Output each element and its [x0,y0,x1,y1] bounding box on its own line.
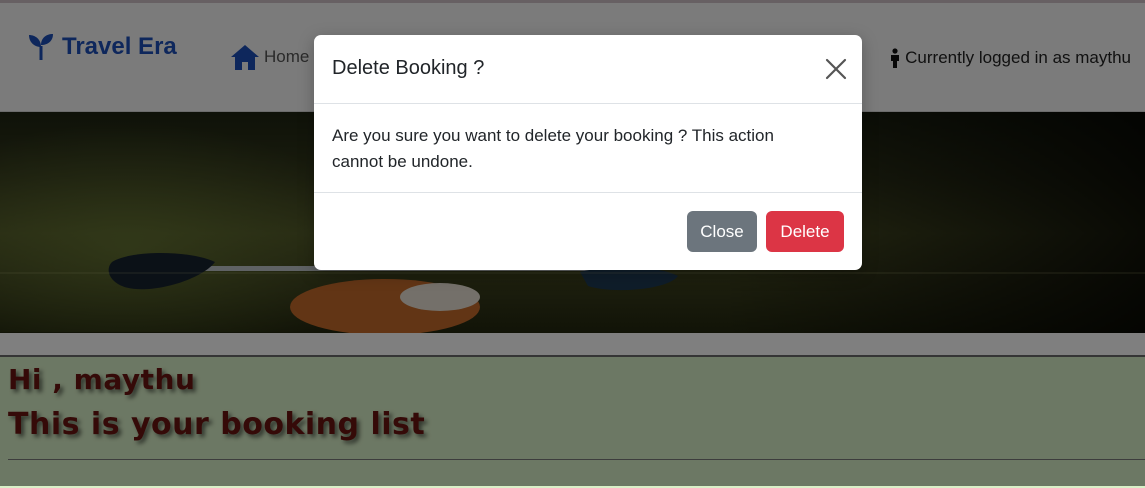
modal-message: Are you sure you want to delete your boo… [332,126,774,171]
page: Travel Era Home Currently logged in as m… [0,0,1145,488]
modal-header: Delete Booking ? [314,35,862,104]
close-button[interactable]: Close [687,211,757,252]
modal-title: Delete Booking ? [332,57,485,79]
close-icon[interactable] [824,57,848,81]
delete-button[interactable]: Delete [766,211,844,252]
modal-footer: Close Delete [314,192,862,271]
delete-booking-modal: Delete Booking ? Are you sure you want t… [314,35,862,270]
